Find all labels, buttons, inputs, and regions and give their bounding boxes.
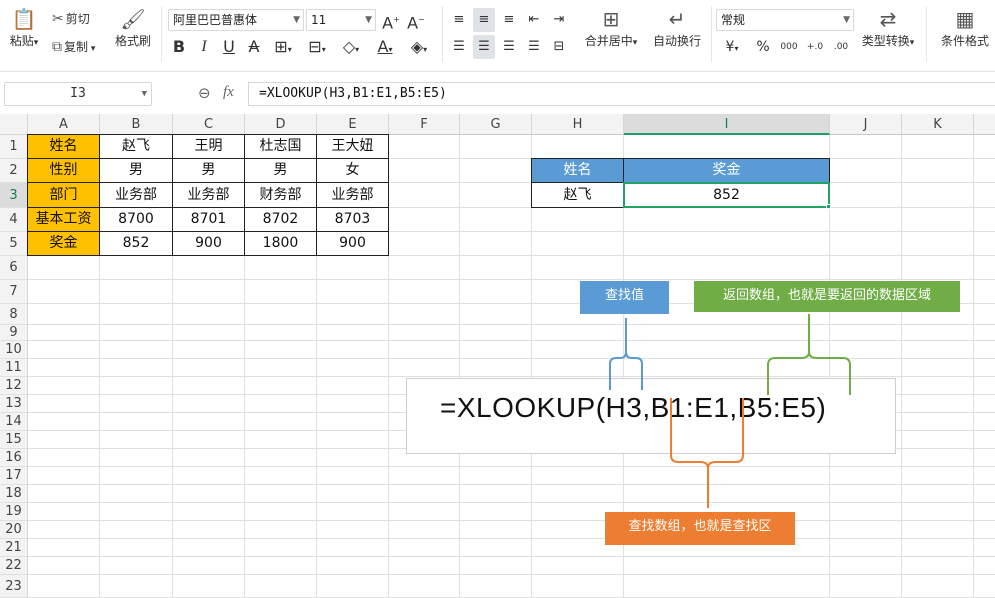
brace-lookup-value xyxy=(609,318,643,390)
spreadsheet-window: 📋 粘贴▾ ✂ 剪切 ⧉ 复制 ▾ 🖌 格式刷 阿里巴巴普惠体 ▼ 11 ▼ A+ A−… xyxy=(0,0,995,598)
brace-lookup-array xyxy=(670,398,744,508)
brace-connectors xyxy=(609,314,851,508)
brace-return-array xyxy=(767,314,851,395)
